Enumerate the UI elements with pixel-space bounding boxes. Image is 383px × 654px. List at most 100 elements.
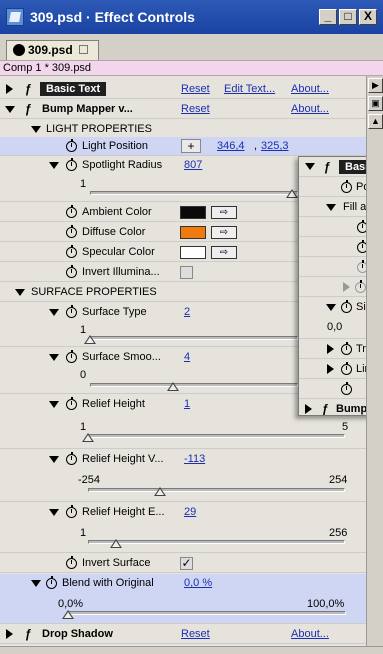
collapse-triangle-icon[interactable] <box>31 126 41 133</box>
eyedropper-icon[interactable]: ⇨ <box>211 226 237 239</box>
slider-thumb[interactable] <box>285 189 298 198</box>
param-invert-surface[interactable]: Invert Surface ✓ <box>0 554 366 573</box>
stopwatch-icon[interactable] <box>66 305 77 318</box>
param-label: Relief Height E... <box>82 506 165 518</box>
stopwatch-icon <box>341 382 352 395</box>
slider-max-label: 256 <box>329 527 348 539</box>
slider-track[interactable] <box>90 336 298 340</box>
color-swatch[interactable] <box>180 246 206 259</box>
reset-button[interactable]: Reset <box>181 628 210 640</box>
effect-name: Bump Mapper v... <box>42 103 133 115</box>
slider-track[interactable] <box>88 540 345 544</box>
slider-track[interactable] <box>68 611 346 615</box>
light-position-y[interactable]: 325,3 <box>261 140 289 152</box>
collapse-triangle-icon[interactable] <box>49 509 59 516</box>
param-label: Surface Type <box>82 306 147 318</box>
param-value[interactable]: 1 <box>184 398 190 410</box>
maximize-button[interactable]: □ <box>339 9 357 25</box>
stopwatch-icon[interactable] <box>66 452 77 465</box>
slider-thumb[interactable] <box>110 539 123 548</box>
param-value[interactable]: 807 <box>184 159 202 171</box>
slider-thumb[interactable] <box>167 382 180 391</box>
stopwatch-icon[interactable] <box>66 205 77 218</box>
param-value[interactable]: -113 <box>184 453 205 465</box>
fx-icon[interactable]: ƒ <box>22 103 34 115</box>
title-bar: 309.psd · Effect Controls _ □ X <box>0 0 383 34</box>
slider-thumb[interactable] <box>82 433 94 442</box>
collapse-triangle-icon <box>326 304 336 311</box>
scroll-up-icon[interactable]: ▲ <box>368 114 383 129</box>
slider-track[interactable] <box>90 191 298 195</box>
slider-thumb[interactable] <box>62 610 74 619</box>
collapse-triangle-icon[interactable] <box>5 106 15 113</box>
eyedropper-icon[interactable]: ⇨ <box>211 246 237 259</box>
crosshair-icon[interactable]: + <box>181 139 201 153</box>
stopwatch-icon[interactable] <box>66 245 77 258</box>
reset-button[interactable]: Reset <box>181 83 210 95</box>
edit-text-button[interactable]: Edit Text... <box>224 83 275 95</box>
effect-row-basic-text[interactable]: ƒ Basic Text Reset Edit Text... About... <box>0 80 366 99</box>
collapse-triangle-icon[interactable] <box>31 580 41 587</box>
about-button[interactable]: About... <box>291 103 329 115</box>
about-button[interactable]: About... <box>291 83 329 95</box>
vertical-scrollbar[interactable]: ▶ ▣ ▲ <box>366 76 383 646</box>
param-value[interactable]: 4 <box>184 351 190 363</box>
param-value[interactable]: 0,0 % <box>184 577 212 589</box>
slider-min-label: 0 <box>80 369 87 381</box>
close-button[interactable]: X <box>359 9 377 25</box>
panel-options-icon[interactable]: ▣ <box>368 96 383 111</box>
stopwatch-icon[interactable] <box>66 350 77 363</box>
collapse-triangle-icon[interactable] <box>15 289 25 296</box>
eyedropper-icon[interactable]: ⇨ <box>211 206 237 219</box>
param-label: Blend with Original <box>62 577 154 589</box>
param-value[interactable]: 2 <box>184 306 190 318</box>
stopwatch-icon[interactable] <box>66 225 77 238</box>
slider-thumb[interactable] <box>153 487 166 496</box>
tab-309-psd[interactable]: 309.psd <box>6 40 99 60</box>
stopwatch-icon[interactable] <box>66 265 77 278</box>
slider-track[interactable] <box>90 383 298 387</box>
param-light-position[interactable]: Light Position + 346,4 , 325,3 <box>0 137 366 156</box>
expand-triangle-icon[interactable] <box>6 84 13 94</box>
stopwatch-icon[interactable] <box>66 505 77 518</box>
group-header: LIGHT PROPERTIES <box>46 123 152 135</box>
slider-min-label: 1 <box>80 178 87 190</box>
expand-triangle-icon[interactable] <box>6 629 13 639</box>
fx-icon[interactable]: ƒ <box>22 628 34 640</box>
tab-close-icon[interactable] <box>78 45 88 54</box>
param-relief-height-e[interactable]: Relief Height E... 29 1 256 <box>0 503 366 553</box>
invert-illumination-checkbox[interactable] <box>180 266 193 279</box>
expand-triangle-icon <box>305 404 312 414</box>
slider-track[interactable] <box>88 488 345 492</box>
panel-bottom-edge <box>0 646 383 654</box>
about-button[interactable]: About... <box>291 628 329 640</box>
reset-button[interactable]: Reset <box>181 103 210 115</box>
collapse-triangle-icon[interactable] <box>49 401 59 408</box>
stopwatch-icon[interactable] <box>66 158 77 171</box>
collapse-triangle-icon[interactable] <box>49 162 59 169</box>
stopwatch-icon[interactable] <box>46 576 57 589</box>
stopwatch-icon[interactable] <box>66 397 77 410</box>
minimize-button[interactable]: _ <box>319 9 337 25</box>
color-swatch[interactable] <box>180 206 206 219</box>
effect-name: Drop Shadow <box>42 628 113 640</box>
fx-icon[interactable]: ƒ <box>22 83 34 95</box>
stopwatch-icon[interactable] <box>66 139 77 152</box>
color-swatch[interactable] <box>180 226 206 239</box>
effect-row-drop-shadow[interactable]: ƒ Drop Shadow Reset About... <box>0 625 366 644</box>
group-header: SURFACE PROPERTIES <box>31 286 157 298</box>
panel-menu-arrow-icon[interactable]: ▶ <box>368 78 383 93</box>
param-relief-height-v[interactable]: Relief Height V... -113 -254 254 <box>0 450 366 502</box>
light-position-x[interactable]: 346,4 <box>217 140 245 152</box>
invert-surface-checkbox[interactable]: ✓ <box>180 557 193 570</box>
effect-row-bump-mapper[interactable]: ƒ Bump Mapper v... Reset About... <box>0 100 366 119</box>
collapse-triangle-icon[interactable] <box>49 456 59 463</box>
stopwatch-icon[interactable] <box>66 556 77 569</box>
param-blend-with-original[interactable]: Blend with Original 0,0 % 0,0% 100,0% <box>0 574 366 624</box>
slider-track[interactable] <box>88 434 345 438</box>
slider-thumb[interactable] <box>84 335 96 344</box>
param-value[interactable]: 29 <box>184 506 196 518</box>
collapse-triangle-icon[interactable] <box>49 309 59 316</box>
collapse-triangle-icon[interactable] <box>49 354 59 361</box>
param-label: Relief Height <box>82 398 145 410</box>
